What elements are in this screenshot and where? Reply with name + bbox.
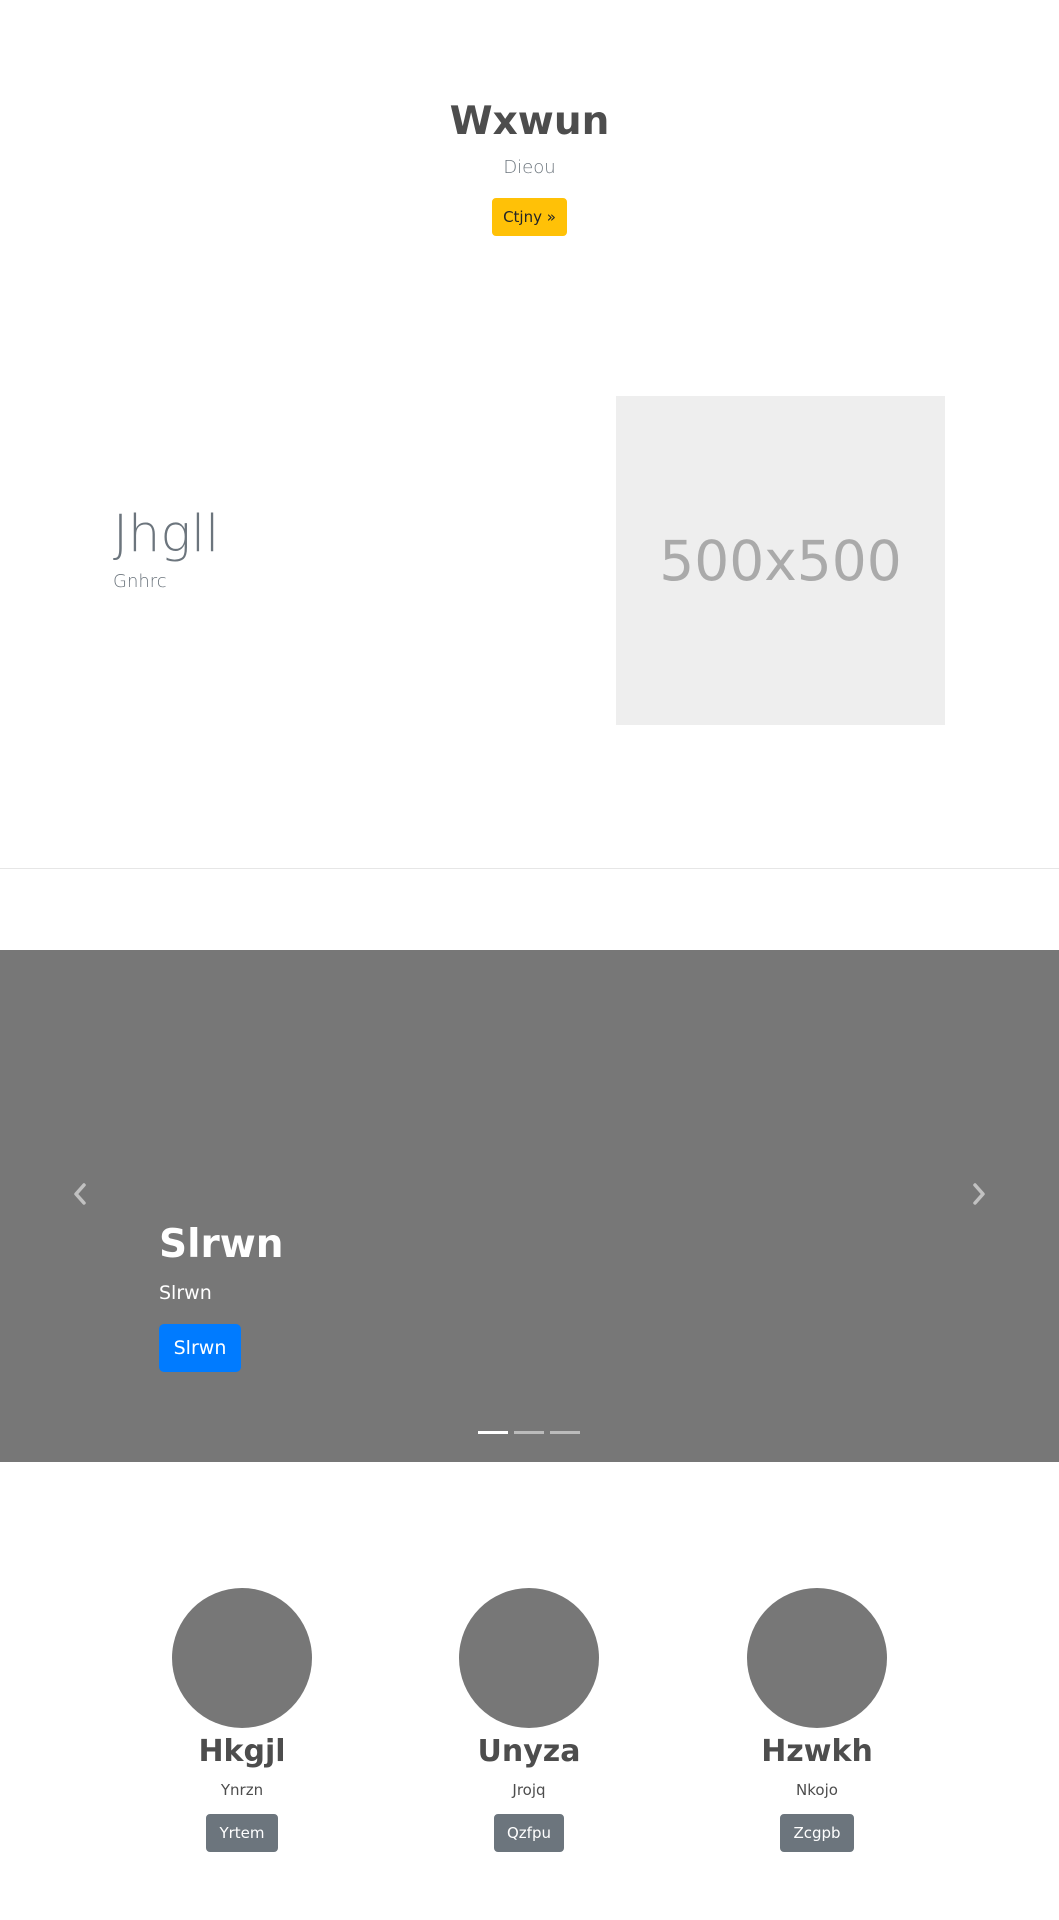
carousel-caption-title: Slrwn	[159, 1222, 284, 1267]
carousel-indicator-1[interactable]	[478, 1431, 508, 1434]
card-avatar	[459, 1588, 599, 1728]
feature-heading: Jhgll	[113, 505, 220, 564]
card-title: Hkgjl	[198, 1734, 286, 1769]
carousel-indicator-2[interactable]	[514, 1431, 544, 1434]
card-avatar	[172, 1588, 312, 1728]
section-divider	[0, 868, 1059, 869]
hero-cta-button[interactable]: Ctjny »	[492, 198, 567, 236]
carousel-next-button[interactable]	[959, 1174, 999, 1214]
feature-image-placeholder: 500x500	[616, 396, 945, 725]
card-title: Unyza	[477, 1734, 581, 1769]
card: Unyza Jrojq Qzfpu	[429, 1588, 629, 1852]
card-button[interactable]: Qzfpu	[494, 1814, 564, 1852]
carousel: Slrwn Slrwn Slrwn	[0, 950, 1059, 1462]
page: Wxwun Dieou Ctjny » Jhgll Gnhrc 500x500 …	[0, 0, 1059, 1920]
card-text: Ynrzn	[220, 1781, 264, 1799]
card-button[interactable]: Yrtem	[206, 1814, 278, 1852]
card: Hkgjl Ynrzn Yrtem	[142, 1588, 342, 1852]
hero-title: Wxwun	[449, 99, 610, 144]
carousel-prev-button[interactable]	[60, 1174, 100, 1214]
hero-section: Wxwun Dieou Ctjny »	[0, 0, 1059, 300]
card: Hzwkh Nkojo Zcgpb	[717, 1588, 917, 1852]
carousel-caption-button[interactable]: Slrwn	[159, 1324, 241, 1372]
feature-text: Gnhrc	[113, 571, 167, 592]
chevron-left-icon	[74, 1183, 86, 1205]
card-button[interactable]: Zcgpb	[780, 1814, 854, 1852]
card-title: Hzwkh	[761, 1734, 873, 1769]
carousel-indicators	[478, 1431, 580, 1434]
card-text: Nkojo	[796, 1781, 838, 1799]
card-avatar	[747, 1588, 887, 1728]
carousel-caption-text: Slrwn	[159, 1282, 212, 1304]
carousel-indicator-3[interactable]	[550, 1431, 580, 1434]
hero-subtitle: Dieou	[503, 157, 556, 178]
feature-image-label: 500x500	[659, 528, 902, 593]
card-text: Jrojq	[512, 1781, 546, 1799]
carousel-caption: Slrwn Slrwn Slrwn	[159, 1220, 759, 1372]
chevron-right-icon	[973, 1183, 985, 1205]
